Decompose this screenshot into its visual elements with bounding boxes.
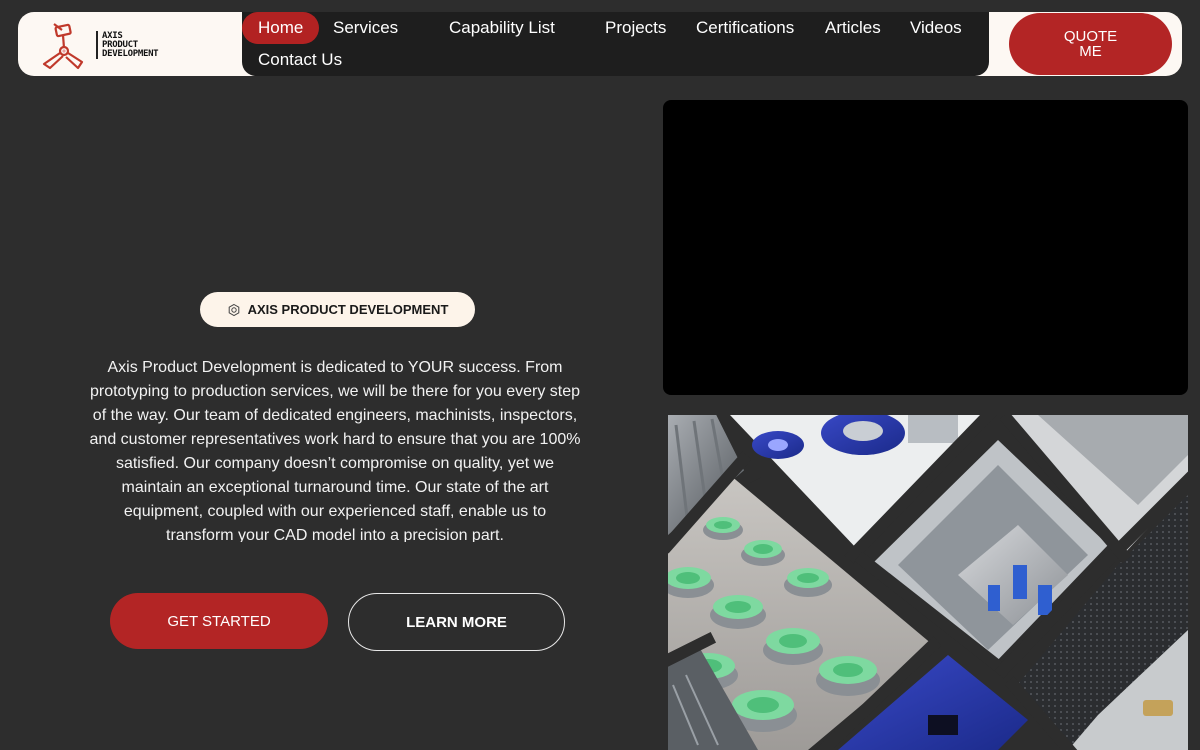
nav-item-capability-list[interactable]: Capability List [449,12,555,44]
nav-item-videos[interactable]: Videos [910,12,962,44]
hero-description: Axis Product Development is dedicated to… [89,359,581,542]
nav-item-services[interactable]: Services [333,12,398,44]
gear-icon [228,303,239,316]
machining-photo-collage [668,415,1188,750]
hero-badge: AXIS PRODUCT DEVELOPMENT [200,292,475,327]
hero-badge-label: AXIS PRODUCT DEVELOPMENT [247,302,449,317]
nav-item-home[interactable]: Home [242,12,320,44]
quote-me-label: QUOTE ME [1063,28,1118,60]
video-player[interactable] [663,100,1188,395]
main-nav: Home Services Capability List Projects C… [242,12,989,76]
quote-me-button[interactable]: QUOTE ME [1009,13,1172,75]
nav-item-articles[interactable]: Articles [825,12,881,44]
brand-logo[interactable]: AXIS PRODUCT DEVELOPMENT [36,20,176,70]
nav-item-certifications[interactable]: Certifications [696,12,794,44]
collage-image [668,415,1188,750]
brand-name: AXIS PRODUCT DEVELOPMENT [102,31,159,59]
nav-item-contact-us[interactable]: Contact Us [258,44,342,76]
learn-more-button[interactable]: LEARN MORE [348,593,565,651]
nav-item-projects[interactable]: Projects [605,12,666,44]
brand-name-line3: DEVELOPMENT [102,48,159,59]
logo-divider [96,31,98,59]
get-started-button[interactable]: GET STARTED [110,593,328,649]
piston-logo-icon [42,23,84,70]
